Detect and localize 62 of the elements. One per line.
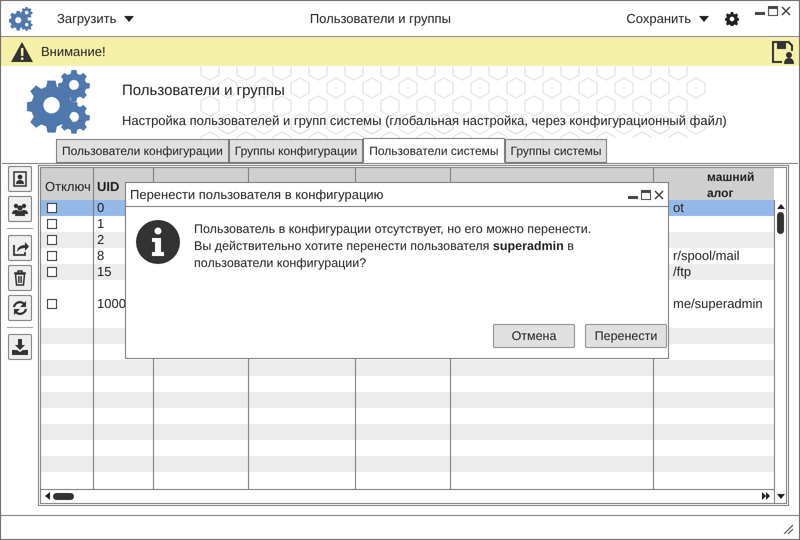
- resize-grip-icon[interactable]: [783, 524, 793, 534]
- table-cell: ot: [673, 200, 684, 216]
- maximize-icon[interactable]: [641, 190, 651, 200]
- trash-button[interactable]: [8, 265, 32, 291]
- checkbox[interactable]: [47, 219, 57, 229]
- page-title: Пользователи и группы: [122, 81, 286, 101]
- dialog-button[interactable]: Перенести: [585, 324, 667, 348]
- save-menu[interactable]: Сохранить: [626, 8, 709, 28]
- gears-icon: [27, 70, 91, 134]
- save-user-icon[interactable]: [771, 40, 795, 64]
- tab[interactable]: Пользователи системы: [363, 138, 505, 163]
- column-header[interactable]: Отключ: [41, 168, 93, 200]
- checkbox[interactable]: [47, 203, 57, 213]
- refresh-button[interactable]: [8, 295, 32, 321]
- trash-icon: [11, 269, 29, 287]
- checkbox[interactable]: [47, 267, 57, 277]
- table-cell: me/superadmin: [673, 296, 763, 312]
- table-cell: 0: [97, 200, 104, 216]
- scroll-thumb[interactable]: [53, 493, 74, 500]
- page-subtitle: Настройка пользователей и групп системы (глобальная настройка, через конфигурационный файл): [122, 112, 727, 130]
- horizontal-scrollbar[interactable]: [41, 489, 774, 503]
- settings-icon[interactable]: [725, 12, 739, 26]
- table-cell: /ftp: [673, 264, 692, 280]
- scroll-thumb[interactable]: [777, 212, 784, 234]
- warning-icon: [11, 42, 33, 62]
- vertical-scrollbar[interactable]: [774, 200, 786, 503]
- table-cell: r/spool/mail: [673, 248, 740, 264]
- load-menu[interactable]: Загрузить: [57, 8, 134, 28]
- dialog-message: Пользователь в конфигурации отсутствует, но его можно перенести. Вы действительно хотите перенести пользователя superadmin в пользователи конфигурации?: [194, 221, 592, 272]
- close-icon[interactable]: [781, 6, 791, 16]
- scroll-up-icon[interactable]: [777, 204, 785, 209]
- download-icon: [11, 338, 29, 356]
- table-cell: 15: [97, 264, 112, 280]
- table-cell: 8: [97, 248, 104, 264]
- dialog-title: Перенести пользователя в конфигурацию: [130, 186, 384, 204]
- checkbox[interactable]: [47, 251, 57, 261]
- maximize-icon[interactable]: [768, 6, 778, 16]
- checkbox[interactable]: [47, 235, 57, 245]
- contact-card-button[interactable]: [8, 166, 32, 192]
- tab[interactable]: Пользователи конфигурации: [56, 139, 229, 163]
- table-cell: 1000: [97, 296, 126, 312]
- table-cell: 2: [97, 232, 104, 248]
- dialog-button[interactable]: Отмена: [493, 324, 575, 348]
- gears-icon[interactable]: [9, 6, 33, 30]
- download-button[interactable]: [8, 334, 32, 360]
- scroll-down-icon[interactable]: [777, 494, 785, 499]
- table-cell: 1: [97, 216, 104, 232]
- scroll-left-icon[interactable]: [45, 492, 50, 500]
- close-icon[interactable]: [654, 190, 664, 200]
- share-button[interactable]: [8, 235, 32, 261]
- contact-card-icon: [11, 170, 29, 188]
- scroll-right-icon[interactable]: [762, 492, 770, 500]
- refresh-icon: [11, 299, 29, 317]
- warning-text: Внимание!: [41, 42, 107, 61]
- caret-icon: [124, 16, 134, 22]
- group-button[interactable]: [8, 196, 32, 222]
- caret-icon: [699, 16, 709, 22]
- tab[interactable]: Группы системы: [504, 139, 608, 163]
- info-icon: [136, 220, 180, 264]
- checkbox[interactable]: [47, 299, 57, 309]
- tab[interactable]: Группы конфигурации: [228, 139, 364, 163]
- window-title: Пользователи и группы: [308, 10, 452, 28]
